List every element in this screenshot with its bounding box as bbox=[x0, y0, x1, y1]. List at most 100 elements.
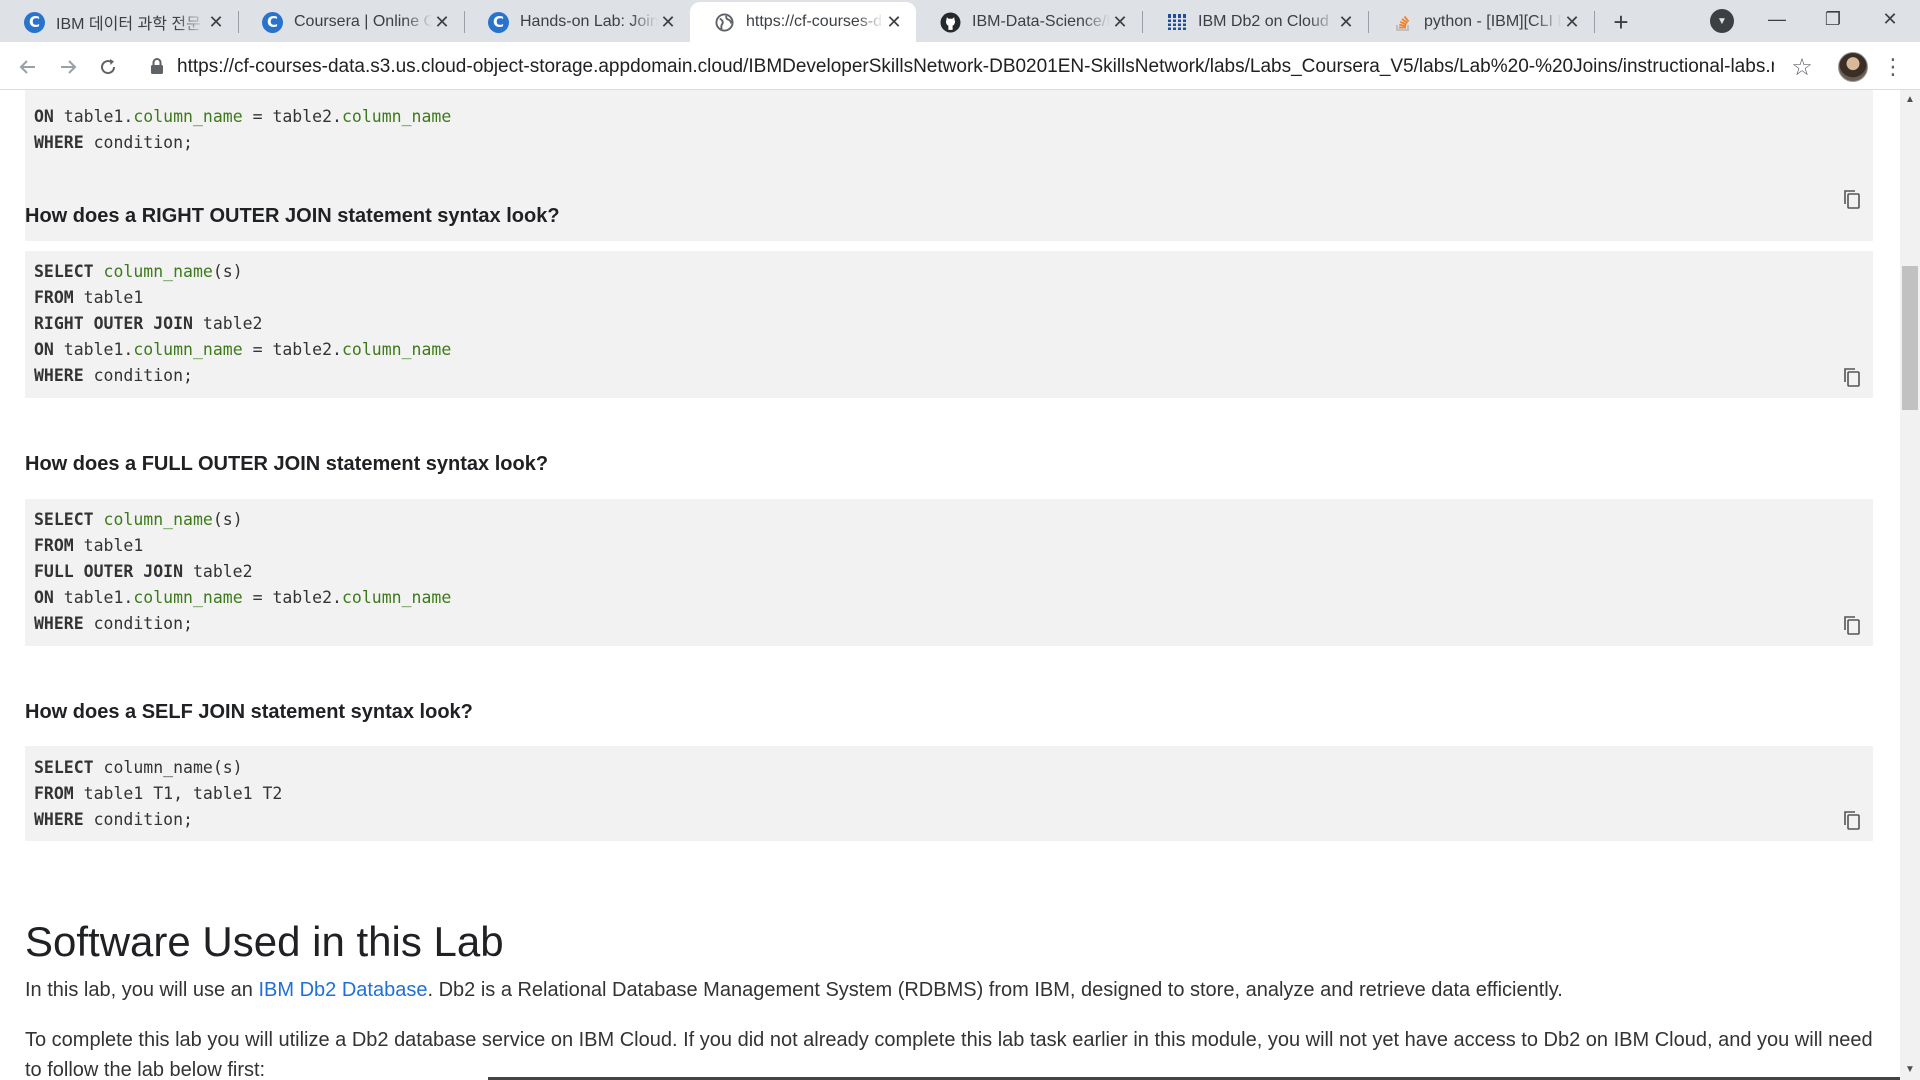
code-line: ON table1.column_name = table2.column_na… bbox=[34, 337, 1873, 363]
scroll-up-arrow-icon[interactable]: ▲ bbox=[1900, 90, 1920, 108]
paragraph-lab-requirement: To complete this lab you will utilize a … bbox=[25, 1029, 1873, 1080]
question-self-join: How does a SELF JOIN statement syntax lo… bbox=[25, 701, 473, 723]
tab-label: Coursera | Online Co bbox=[294, 13, 432, 30]
code-keyword: ON bbox=[34, 340, 54, 359]
code-identifier: column_name bbox=[103, 510, 213, 529]
code-text: table1. bbox=[53, 107, 134, 126]
code-text: (s) bbox=[212, 262, 243, 281]
code-keyword: SELECT bbox=[34, 510, 94, 529]
code-line: RIGHT OUTER JOIN table2 bbox=[34, 311, 1873, 337]
tab-6[interactable]: python - [IBM][CLI Dr ✕ bbox=[1368, 2, 1594, 42]
code-text: table2 bbox=[183, 562, 253, 581]
code-block-full-join: SELECT column_name(s) FROM table1 FULL O… bbox=[25, 499, 1873, 646]
code-text: condition; bbox=[83, 614, 193, 633]
code-keyword: ON bbox=[34, 107, 54, 126]
paragraph-text: In this lab, you will use an bbox=[25, 979, 259, 1001]
code-keyword: WHERE bbox=[34, 133, 84, 152]
code-identifier: column_name bbox=[103, 262, 213, 281]
stackoverflow-icon bbox=[1392, 12, 1413, 33]
minimize-button[interactable]: — bbox=[1747, 0, 1807, 38]
question-full-join: How does a FULL OUTER JOIN statement syn… bbox=[25, 453, 549, 475]
close-icon[interactable]: ✕ bbox=[1110, 12, 1130, 32]
code-identifier: column_name bbox=[133, 340, 243, 359]
paragraph-text: . Db2 is a Relational Database Managemen… bbox=[427, 979, 1563, 1001]
globe-icon bbox=[714, 12, 735, 33]
close-icon[interactable]: ✕ bbox=[1562, 12, 1582, 32]
copy-icon[interactable] bbox=[1841, 188, 1863, 210]
code-keyword: WHERE bbox=[34, 366, 84, 385]
code-line: WHERE condition; bbox=[34, 130, 1873, 156]
code-text: table2 bbox=[192, 314, 263, 333]
coursera-icon: C bbox=[262, 11, 283, 33]
scroll-thumb[interactable] bbox=[1902, 266, 1918, 410]
tab-0[interactable]: C IBM 데이터 과학 전문 ✕ bbox=[0, 2, 238, 42]
section-heading-software: Software Used in this Lab bbox=[25, 918, 504, 965]
code-text: table1. bbox=[53, 588, 134, 607]
code-line: WHERE condition; bbox=[34, 807, 1873, 833]
back-arrow-icon bbox=[19, 60, 35, 74]
tab-3-active[interactable]: https://cf-courses-da ✕ bbox=[690, 2, 916, 42]
code-text: condition; bbox=[83, 810, 193, 829]
tab-search-icon[interactable]: ▼ bbox=[1710, 9, 1734, 33]
code-text: condition; bbox=[83, 366, 193, 385]
code-keyword: FROM bbox=[34, 536, 74, 555]
code-line: SELECT column_name(s) bbox=[34, 259, 1873, 285]
close-icon[interactable]: ✕ bbox=[1336, 12, 1356, 32]
lock-icon[interactable] bbox=[147, 56, 167, 76]
close-icon[interactable]: ✕ bbox=[206, 12, 226, 32]
code-identifier: column_name bbox=[133, 588, 243, 607]
copy-icon[interactable] bbox=[1841, 614, 1863, 636]
code-line: FULL OUTER JOIN table2 bbox=[34, 559, 1873, 585]
back-button[interactable] bbox=[11, 50, 45, 84]
page-scrollbar[interactable]: ▲ ▼ bbox=[1900, 90, 1920, 1080]
avatar[interactable] bbox=[1838, 52, 1868, 82]
tab-5[interactable]: IBM Db2 on Cloud ✕ bbox=[1142, 2, 1368, 42]
code-keyword: ON bbox=[34, 588, 54, 607]
code-line: FROM table1 bbox=[34, 533, 1873, 559]
code-line: SELECT column_name(s) bbox=[34, 755, 1873, 781]
tab-label: IBM Db2 on Cloud bbox=[1198, 13, 1329, 30]
code-keyword: SELECT bbox=[34, 262, 94, 281]
close-icon[interactable]: ✕ bbox=[658, 12, 678, 32]
code-keyword: FULL OUTER JOIN bbox=[34, 562, 184, 581]
tab-label: python - [IBM][CLI Dr bbox=[1424, 13, 1562, 30]
code-line: SELECT column_name(s) bbox=[34, 507, 1873, 533]
coursera-icon: C bbox=[24, 11, 45, 33]
code-text: = table2. bbox=[242, 340, 342, 359]
code-line: WHERE condition; bbox=[34, 611, 1873, 637]
tab-4[interactable]: IBM-Data-Science/Da ✕ bbox=[916, 2, 1142, 42]
ibm-icon bbox=[1166, 12, 1187, 33]
close-icon[interactable]: ✕ bbox=[432, 12, 452, 32]
code-text: = table2. bbox=[242, 588, 342, 607]
address-bar[interactable]: https://cf-courses-data.s3.us.cloud-obje… bbox=[177, 54, 1774, 80]
code-identifier: column_name bbox=[341, 588, 452, 607]
tab-2[interactable]: C Hands-on Lab: Joins ✕ bbox=[464, 2, 690, 42]
reload-button[interactable] bbox=[91, 50, 125, 84]
bookmark-star-icon[interactable]: ☆ bbox=[1787, 52, 1817, 82]
code-keyword: WHERE bbox=[34, 614, 84, 633]
close-icon[interactable]: ✕ bbox=[884, 12, 904, 32]
db2-database-link[interactable]: IBM Db2 Database bbox=[258, 979, 427, 1001]
code-text: = table2. bbox=[242, 107, 342, 126]
paragraph-software-intro: In this lab, you will use an IBM Db2 Dat… bbox=[25, 975, 1875, 1005]
maximize-button[interactable]: ❐ bbox=[1803, 0, 1863, 38]
copy-icon[interactable] bbox=[1841, 809, 1863, 831]
code-text: table1 bbox=[73, 536, 144, 555]
page-content: ON table1.column_name = table2.column_na… bbox=[0, 90, 1900, 1080]
window-close-button[interactable]: ✕ bbox=[1860, 0, 1920, 38]
forward-arrow-icon bbox=[61, 60, 77, 74]
tab-separator bbox=[1594, 11, 1595, 33]
code-identifier: column_name bbox=[341, 340, 452, 359]
new-tab-button[interactable]: + bbox=[1607, 7, 1635, 37]
tab-label: Hands-on Lab: Joins bbox=[520, 13, 658, 30]
forward-button[interactable] bbox=[51, 50, 85, 84]
github-icon bbox=[940, 12, 961, 33]
copy-icon[interactable] bbox=[1841, 366, 1863, 388]
scroll-down-arrow-icon[interactable]: ▼ bbox=[1900, 1060, 1920, 1078]
code-identifier: column_name bbox=[341, 107, 452, 126]
code-block-self-join: SELECT column_name(s) FROM table1 T1, ta… bbox=[25, 746, 1873, 841]
tab-1[interactable]: C Coursera | Online Co ✕ bbox=[238, 2, 464, 42]
menu-icon[interactable]: ⋮ bbox=[1880, 52, 1906, 82]
